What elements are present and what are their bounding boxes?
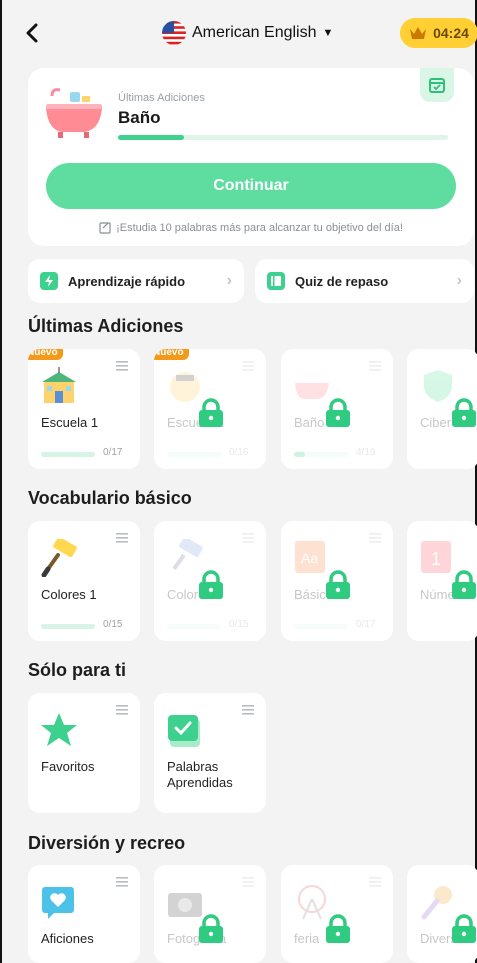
category-card-feria[interactable]: feria	[281, 865, 393, 963]
category-progress-bar	[41, 624, 95, 629]
language-label: American English	[192, 24, 317, 41]
continue-button[interactable]: Continuar	[46, 163, 456, 209]
list-icon	[242, 361, 254, 371]
list-icon	[242, 705, 254, 715]
lock-icon	[326, 570, 350, 599]
hero-title: Baño	[118, 108, 161, 127]
bathtub-illustration	[44, 86, 104, 140]
section-title-just-for-you: Sólo para ti	[28, 660, 127, 680]
category-card-fotografia[interactable]: Fotografía	[154, 865, 266, 963]
category-progress-bar	[167, 452, 221, 457]
category-card-name: Ciber	[420, 415, 452, 430]
daily-goal-label: ¡Estudia 10 palabras más para alcanzar t…	[116, 222, 403, 234]
edit-check-icon	[99, 222, 111, 234]
category-card-colores-1[interactable]: Colores 1 0/15	[28, 521, 140, 641]
category-progress-count: 0/15	[229, 619, 249, 630]
list-icon	[369, 361, 381, 371]
list-icon	[116, 705, 128, 715]
review-quiz-label: Quiz de repaso	[295, 273, 389, 289]
list-icon	[242, 877, 254, 887]
category-card-escuela-2[interactable]: Nuevo Escuela 2 0/16	[154, 349, 266, 469]
section-title-basic: Vocabulario básico	[28, 488, 192, 508]
category-progress-count: 4/19	[356, 447, 376, 458]
review-quiz-button[interactable]: Quiz de repaso ›	[255, 259, 474, 303]
learned-check-icon	[168, 715, 200, 747]
category-card-name: Palabras Aprendidas	[167, 759, 233, 790]
fast-learning-button[interactable]: Aprendizaje rápido ›	[28, 259, 244, 303]
hero-subtitle: Últimas Adiciones	[118, 92, 205, 104]
category-card-name: Aficiones	[41, 931, 94, 946]
lock-icon	[452, 914, 476, 943]
hero-progress-bar	[118, 135, 448, 140]
category-progress-count: 0/15	[103, 619, 123, 630]
category-progress-bar	[294, 452, 348, 457]
category-card-colores-2[interactable]: Colores 2 0/15	[154, 521, 266, 641]
category-card-name: Favoritos	[41, 759, 95, 774]
category-card-name: feria	[294, 931, 320, 946]
svg-text:Aa: Aa	[301, 550, 318, 566]
daily-calendar-button[interactable]	[420, 68, 454, 102]
premium-timer-button[interactable]: 04:24	[400, 18, 477, 48]
lock-icon	[199, 570, 223, 599]
category-progress-bar	[294, 624, 348, 629]
lock-icon	[326, 398, 350, 427]
category-card-name: Colores 1	[41, 587, 97, 602]
caret-down-icon: ▼	[322, 27, 334, 39]
paint-roller-icon	[41, 539, 77, 577]
new-badge: Nuevo	[28, 349, 63, 360]
continue-learning-card: Últimas Adiciones Baño Continuar ¡Estudi…	[28, 68, 474, 246]
category-card-ciber[interactable]: Ciber	[407, 349, 477, 469]
category-card-numeros[interactable]: 1 Números	[407, 521, 477, 641]
category-card-name: Escuela 1	[41, 415, 99, 430]
us-flag-icon	[162, 21, 186, 45]
lock-icon	[326, 914, 350, 943]
category-card-aficiones[interactable]: Aficiones	[28, 865, 140, 963]
school-icon	[42, 367, 76, 403]
book-icon	[267, 272, 285, 290]
lock-icon	[452, 570, 476, 599]
lightning-icon	[40, 272, 58, 290]
fast-learning-label: Aprendizaje rápido	[68, 273, 186, 289]
category-card-favoritos[interactable]: Favoritos	[28, 693, 140, 813]
star-icon	[41, 713, 77, 746]
timer-label: 04:24	[433, 25, 469, 41]
category-card-name: Baño	[294, 415, 325, 430]
new-badge: Nuevo	[154, 349, 189, 360]
back-button[interactable]	[20, 20, 44, 46]
lock-icon	[452, 398, 476, 427]
chevron-right-icon: ›	[226, 272, 232, 289]
list-icon	[369, 877, 381, 887]
chevron-left-icon	[26, 23, 38, 43]
list-icon	[242, 533, 254, 543]
list-icon	[116, 533, 128, 543]
svg-text:1: 1	[431, 549, 441, 569]
chevron-right-icon: ›	[456, 272, 462, 289]
list-icon	[116, 877, 128, 887]
category-card-diversion[interactable]: Diversión	[407, 865, 477, 963]
daily-goal-text: ¡Estudia 10 palabras más para alcanzar t…	[28, 222, 474, 234]
category-progress-count: 0/17	[356, 619, 376, 630]
top-bar: American English ▼ 04:24	[2, 0, 477, 66]
calendar-check-icon	[429, 78, 445, 93]
category-card-palabras-aprendidas[interactable]: Palabras Aprendidas	[154, 693, 266, 813]
section-title-latest: Últimas Adiciones	[28, 316, 184, 336]
heart-chat-icon	[42, 887, 74, 919]
list-icon	[369, 533, 381, 543]
category-progress-bar	[41, 452, 95, 457]
list-icon	[116, 361, 128, 371]
hero-progress-fill	[118, 135, 184, 140]
category-progress-count: 0/16	[229, 447, 249, 458]
category-progress-bar	[167, 624, 221, 629]
lock-icon	[199, 398, 223, 427]
category-card-escuela-1[interactable]: Nuevo Escuela 1 0/17	[28, 349, 140, 469]
category-progress-count: 0/17	[103, 447, 123, 458]
category-card-bano[interactable]: Baño 4/19	[281, 349, 393, 469]
category-card-basico[interactable]: Aa Básico 0/17	[281, 521, 393, 641]
lock-icon	[199, 914, 223, 943]
language-selector[interactable]: American English ▼	[162, 20, 333, 46]
section-title-fun: Diversión y recreo	[28, 833, 186, 853]
crown-icon	[410, 27, 427, 39]
